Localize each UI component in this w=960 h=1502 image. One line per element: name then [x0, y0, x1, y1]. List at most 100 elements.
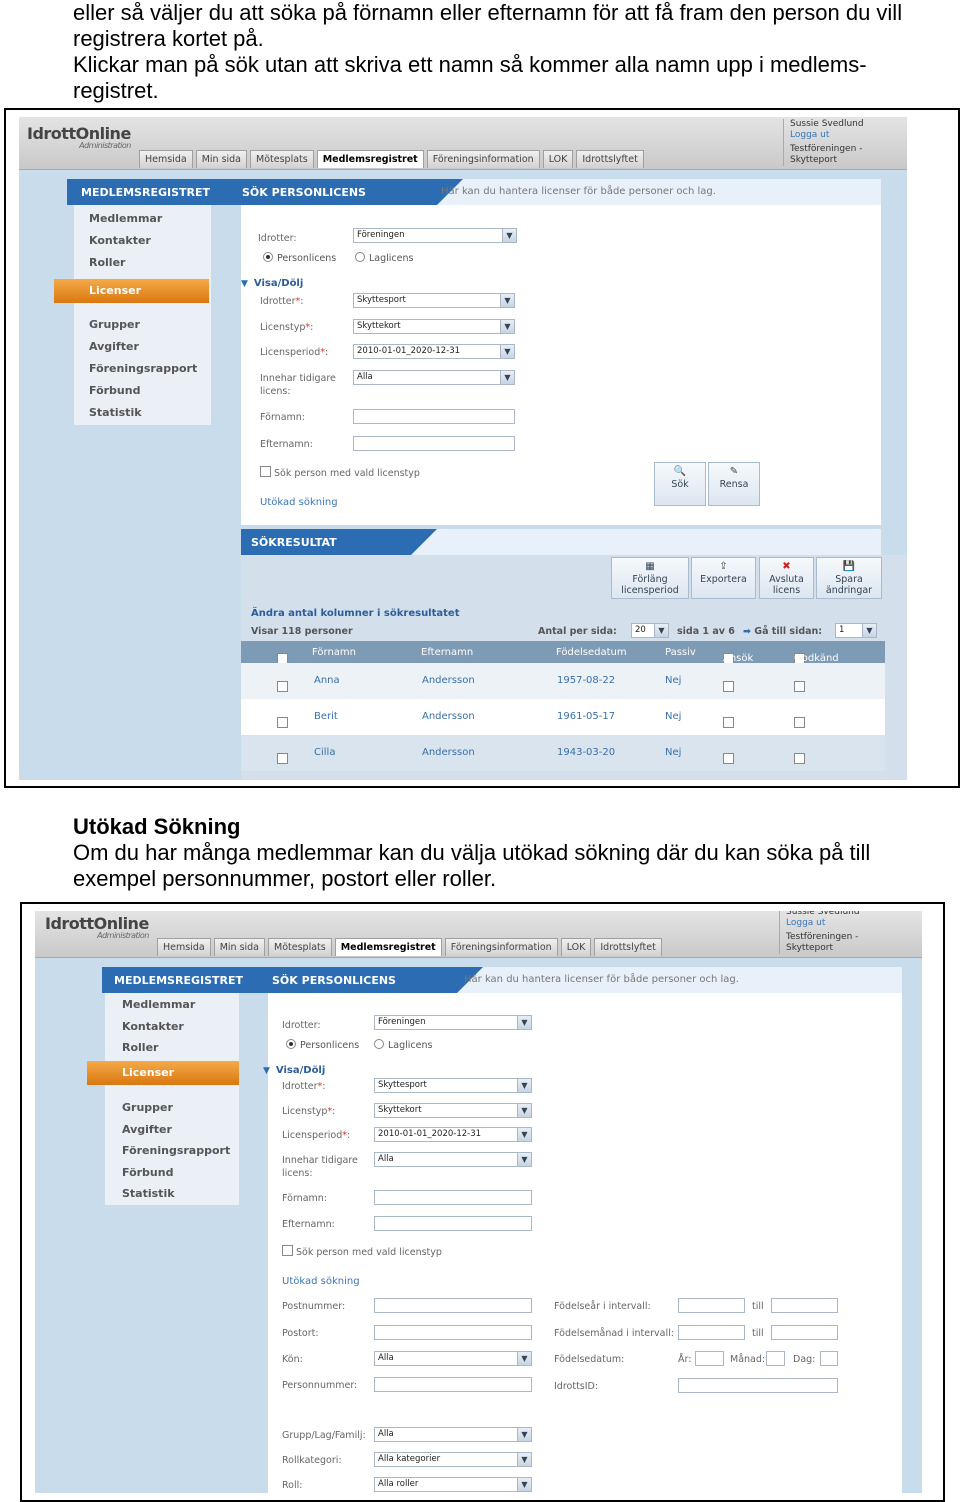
- fornamn-input[interactable]: [374, 1190, 532, 1205]
- sok-vald-licenstyp-checkbox[interactable]: Sök person med vald licenstyp: [260, 466, 420, 480]
- nav-tab-medlemsregistret[interactable]: Medlemsregistret: [316, 150, 424, 168]
- radio-personlicens[interactable]: Personlicens: [286, 1039, 359, 1051]
- sidebar-item-forbund[interactable]: Förbund: [122, 1166, 173, 1179]
- fornamn-input[interactable]: [353, 409, 515, 424]
- roll-select[interactable]: Alla roller ▼: [374, 1477, 532, 1492]
- nav-tab-min-sida[interactable]: Min sida: [195, 150, 248, 168]
- avsluta-licens-button[interactable]: ✖ Avsluta licens: [759, 557, 814, 599]
- forlang-licensperiod-button[interactable]: ▦ Förläng licensperiod: [611, 557, 689, 599]
- sidebar-item-grupper[interactable]: Grupper: [122, 1101, 173, 1114]
- nav-tab-lok[interactable]: LOK: [560, 938, 592, 956]
- kon-select[interactable]: Alla ▼: [374, 1351, 532, 1366]
- sidebar-item-kontakter[interactable]: Kontakter: [89, 234, 151, 247]
- idrotter-select[interactable]: Föreningen ▼: [374, 1015, 532, 1030]
- sok-vald-licenstyp-checkbox[interactable]: Sök person med vald licenstyp: [282, 1245, 442, 1259]
- cell-fornamn[interactable]: Cilla: [314, 747, 335, 758]
- godkand-checkbox[interactable]: [794, 753, 805, 764]
- sidebar-item-foreningsrapport[interactable]: Föreningsrapport: [122, 1144, 230, 1157]
- col-passiv[interactable]: Passiv: [665, 647, 696, 658]
- efternamn-input[interactable]: [353, 436, 515, 451]
- nav-tab-foreningsinformation[interactable]: Föreningsinformation: [426, 150, 540, 168]
- table-row[interactable]: Cilla Andersson 1943-03-20 Nej: [241, 735, 885, 771]
- sidebar-item-roller[interactable]: Roller: [89, 256, 125, 269]
- spara-andringar-button[interactable]: 💾 Spara ändringar: [816, 557, 882, 599]
- row-checkbox[interactable]: [277, 753, 288, 764]
- sidebar-item-licenser[interactable]: Licenser: [54, 279, 209, 303]
- per-page-select[interactable]: 20 ▼: [631, 623, 669, 638]
- ar-input[interactable]: [695, 1351, 724, 1366]
- visa-dolj-toggle[interactable]: ▼ Visa/Dölj: [241, 278, 303, 289]
- idrottsid-input[interactable]: [678, 1378, 838, 1393]
- change-columns-link[interactable]: Ändra antal kolumner i sökresultatet: [251, 608, 459, 619]
- nav-tab-min-sida[interactable]: Min sida: [213, 938, 266, 956]
- dag-input[interactable]: [820, 1351, 838, 1366]
- logout-link[interactable]: Logga ut: [790, 130, 864, 141]
- fodelsear-from-input[interactable]: [678, 1298, 745, 1313]
- row-checkbox[interactable]: [277, 681, 288, 692]
- grupp-select[interactable]: Alla ▼: [374, 1427, 532, 1442]
- licenstyp-select[interactable]: Skyttekort ▼: [353, 319, 515, 334]
- sidebar-item-kontakter[interactable]: Kontakter: [122, 1020, 184, 1033]
- table-row[interactable]: Berit Andersson 1961-05-17 Nej: [241, 699, 885, 735]
- postnummer-input[interactable]: [374, 1298, 532, 1313]
- rensa-button[interactable]: ✎ Rensa: [708, 462, 760, 506]
- nav-tab-idrottslyftet[interactable]: Idrottslyftet: [576, 150, 644, 168]
- sidebar-item-grupper[interactable]: Grupper: [89, 318, 140, 331]
- innehar-select[interactable]: Alla ▼: [353, 370, 515, 385]
- personnummer-input[interactable]: [374, 1377, 532, 1392]
- nav-tab-hemsida[interactable]: Hemsida: [139, 150, 193, 168]
- nav-tab-medlemsregistret[interactable]: Medlemsregistret: [334, 938, 442, 956]
- licensperiod-select[interactable]: 2010-01-01_2020-12-31 ▼: [353, 344, 515, 359]
- radio-laglicens[interactable]: Laglicens: [355, 252, 413, 264]
- nav-tab-motesplats[interactable]: Mötesplats: [268, 938, 332, 956]
- manad-input[interactable]: [766, 1351, 785, 1366]
- godkand-checkbox[interactable]: [794, 717, 805, 728]
- cell-efternamn[interactable]: Andersson: [422, 747, 475, 758]
- cell-efternamn[interactable]: Andersson: [422, 711, 475, 722]
- innehar-select[interactable]: Alla ▼: [374, 1152, 532, 1167]
- exportera-button[interactable]: ⇪ Exportera: [691, 557, 756, 599]
- sidebar-item-avgifter[interactable]: Avgifter: [89, 340, 139, 353]
- col-fornamn[interactable]: Förnamn: [312, 647, 356, 658]
- logout-link[interactable]: Logga ut: [786, 918, 860, 929]
- sidebar-item-licenser[interactable]: Licenser: [87, 1061, 239, 1085]
- sok-button[interactable]: 🔍 Sök: [654, 462, 706, 506]
- ansok-checkbox[interactable]: [723, 753, 734, 764]
- fodelsemanad-from-input[interactable]: [678, 1325, 745, 1340]
- nav-tab-idrottslyftet[interactable]: Idrottslyftet: [594, 938, 662, 956]
- sidebar-item-medlemmar[interactable]: Medlemmar: [89, 212, 162, 225]
- nav-tab-motesplats[interactable]: Mötesplats: [250, 150, 314, 168]
- sidebar-item-statistik[interactable]: Statistik: [89, 406, 142, 419]
- ansok-checkbox[interactable]: [723, 717, 734, 728]
- ansok-checkbox[interactable]: [723, 681, 734, 692]
- godkand-checkbox[interactable]: [794, 681, 805, 692]
- goto-page[interactable]: ➡ Gå till sidan:: [743, 625, 822, 638]
- postort-input[interactable]: [374, 1325, 532, 1340]
- sidebar-item-roller[interactable]: Roller: [122, 1041, 158, 1054]
- cell-fornamn[interactable]: Berit: [314, 711, 338, 722]
- col-efternamn[interactable]: Efternamn: [421, 647, 473, 658]
- utokad-sokning-link[interactable]: Utökad sökning: [260, 497, 338, 508]
- rollkategori-select[interactable]: Alla kategorier ▼: [374, 1452, 532, 1467]
- cell-fornamn[interactable]: Anna: [314, 675, 340, 686]
- fodelsemanad-to-input[interactable]: [771, 1325, 838, 1340]
- idrotter2-select[interactable]: Skyttesport ▼: [374, 1078, 532, 1093]
- nav-tab-lok[interactable]: LOK: [542, 150, 574, 168]
- sidebar-item-forbund[interactable]: Förbund: [89, 384, 140, 397]
- licenstyp-select[interactable]: Skyttekort ▼: [374, 1103, 532, 1118]
- sidebar-item-avgifter[interactable]: Avgifter: [122, 1123, 172, 1136]
- radio-laglicens[interactable]: Laglicens: [374, 1039, 432, 1051]
- visa-dolj-toggle[interactable]: ▼ Visa/Dölj: [263, 1065, 325, 1076]
- goto-page-select[interactable]: 1 ▼: [835, 623, 877, 638]
- row-checkbox[interactable]: [277, 717, 288, 728]
- efternamn-input[interactable]: [374, 1216, 532, 1231]
- utokad-sokning-link[interactable]: Utökad sökning: [282, 1276, 360, 1287]
- idrotter-select[interactable]: Föreningen ▼: [353, 228, 517, 243]
- nav-tab-hemsida[interactable]: Hemsida: [157, 938, 211, 956]
- sidebar-item-statistik[interactable]: Statistik: [122, 1187, 175, 1200]
- col-fodelsedatum[interactable]: Födelsedatum: [556, 647, 627, 658]
- sidebar-item-foreningsrapport[interactable]: Föreningsrapport: [89, 362, 197, 375]
- nav-tab-foreningsinformation[interactable]: Föreningsinformation: [444, 938, 558, 956]
- licensperiod-select[interactable]: 2010-01-01_2020-12-31 ▼: [374, 1127, 532, 1142]
- table-row[interactable]: Anna Andersson 1957-08-22 Nej: [241, 663, 885, 699]
